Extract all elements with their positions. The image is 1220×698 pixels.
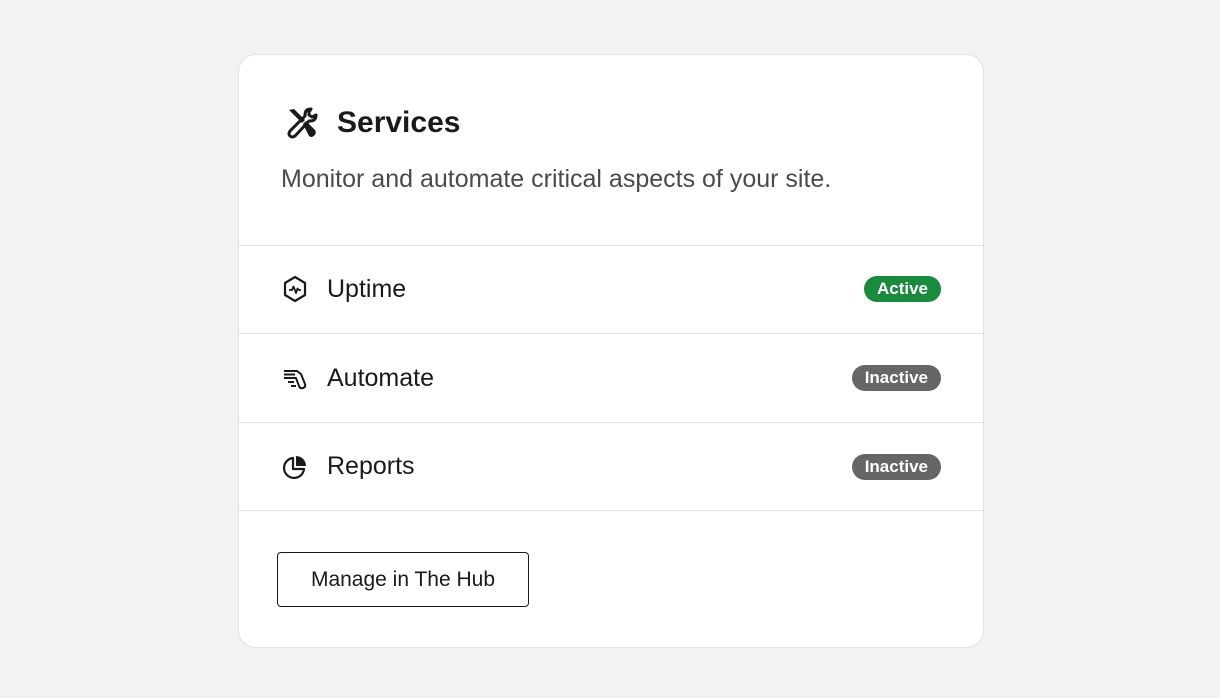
status-badge: Inactive	[851, 365, 941, 391]
service-label: Reports	[327, 452, 415, 480]
status-badge: Inactive	[851, 453, 941, 480]
service-label: Uptime	[327, 274, 407, 303]
automate-icon	[281, 364, 309, 392]
manage-in-hub-button[interactable]: Manage in The Hub	[277, 552, 529, 607]
card-title: Services	[337, 106, 461, 139]
title-row: Services	[285, 103, 460, 143]
service-row-automate[interactable]: Automate Inactive	[239, 334, 983, 423]
services-card: Services Monitor and automate critical a…	[238, 54, 984, 648]
card-subtitle: Monitor and automate critical aspects of…	[281, 165, 832, 193]
service-label: Automate	[327, 363, 435, 392]
uptime-hexagon-icon	[281, 275, 309, 303]
service-row-uptime[interactable]: Uptime Active	[239, 245, 983, 334]
service-row-reports[interactable]: Reports Inactive	[239, 423, 983, 511]
services-header: Services Monitor and automate critical a…	[239, 55, 983, 246]
tools-icon	[285, 106, 319, 140]
pie-chart-icon	[281, 453, 309, 481]
status-badge: Active	[863, 276, 941, 302]
